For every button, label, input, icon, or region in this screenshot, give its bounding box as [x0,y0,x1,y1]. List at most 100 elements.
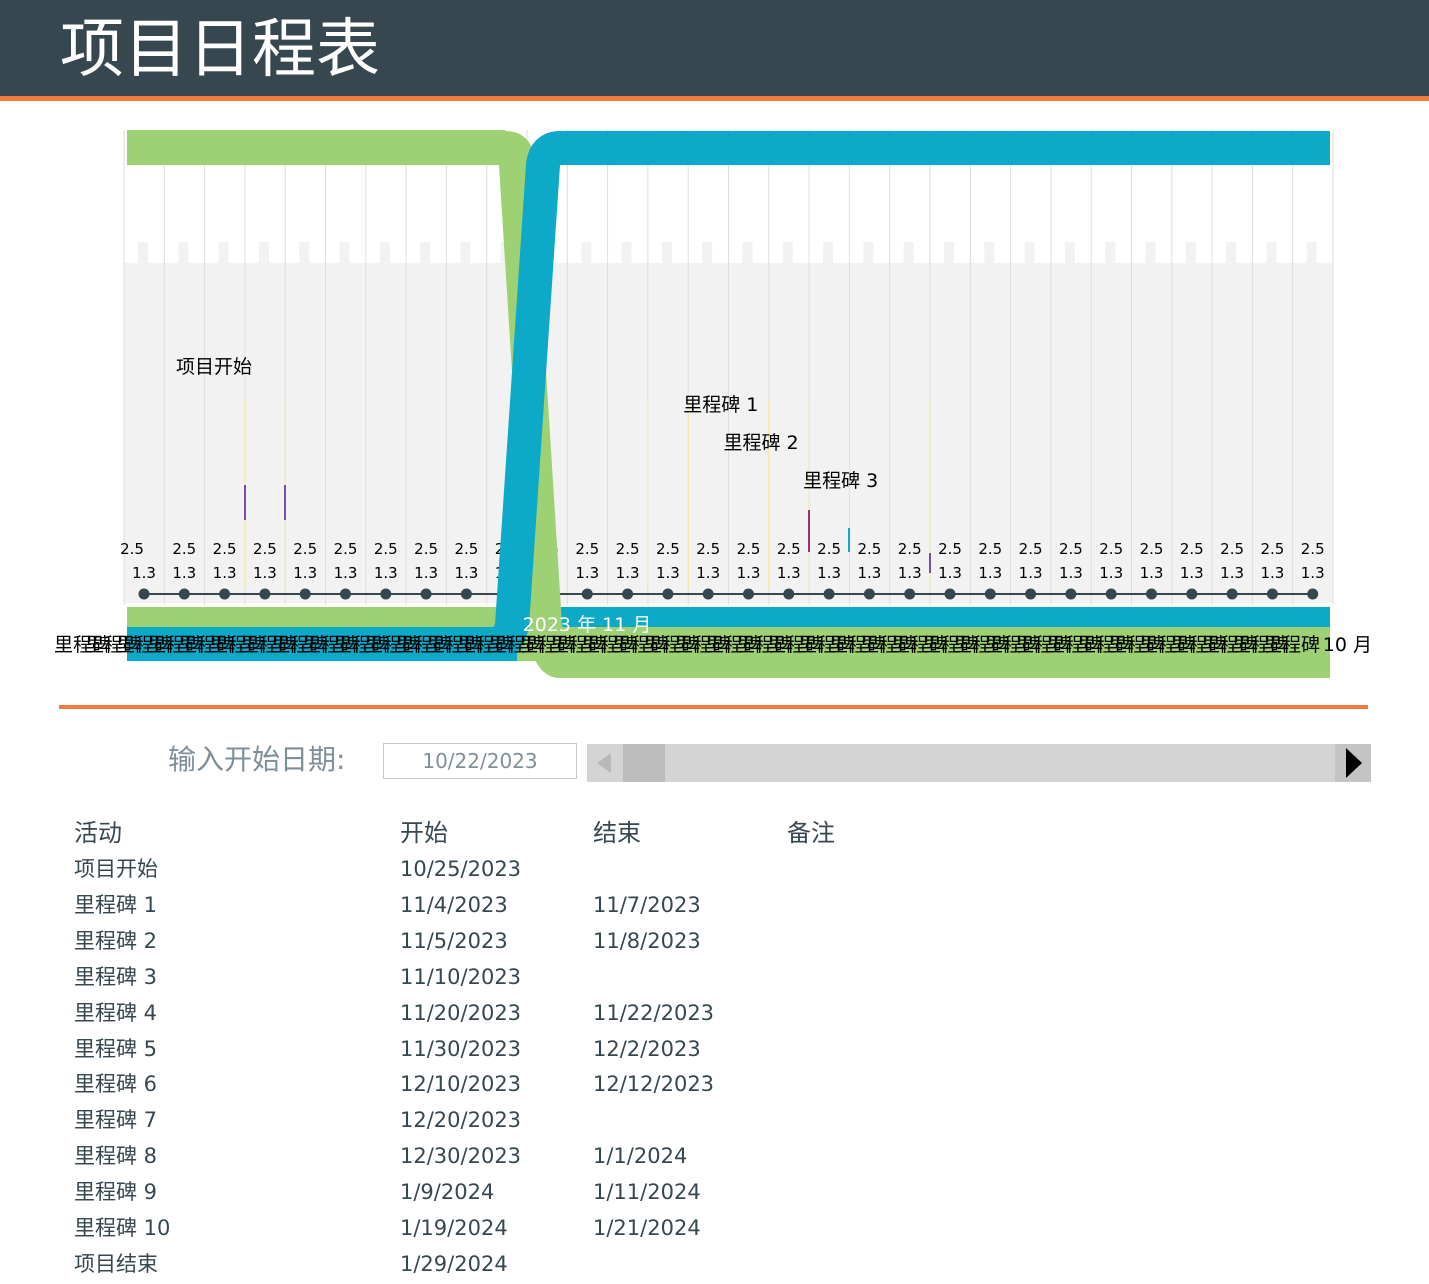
data-label-bottom: 1.3 [696,564,720,582]
cell-activity: 里程碑 5 [74,1036,158,1061]
notch [1024,242,1035,264]
data-label-bottom: 1.3 [898,564,922,582]
timeline-dot [1065,588,1077,600]
data-label-top: 2.5 [1301,540,1325,558]
arrow-left-icon [597,753,611,773]
cell-start: 12/10/2023 [400,1072,522,1097]
table-row[interactable]: 里程碑 5 11/30/2023 12/2/2023 [74,1031,974,1067]
data-label-top: 2.5 [213,540,237,558]
green-band-top [127,130,505,165]
notch [1226,242,1237,264]
cell-start: 11/10/2023 [400,964,522,989]
data-label-top: 2.5 [1260,540,1284,558]
notch [460,242,471,264]
data-label-bottom: 1.3 [293,564,317,582]
cell-end: 12/12/2023 [593,1072,715,1097]
data-label-bottom: 1.3 [132,564,156,582]
cell-start: 1/29/2024 [400,1251,508,1276]
data-label-top: 2.5 [374,540,398,558]
timeline-dot [219,588,231,600]
data-label-top: 2.5 [857,540,881,558]
data-label-top: 2.5 [817,540,841,558]
timeline-dot [823,588,835,600]
header-accent-line [0,96,1429,101]
bottom-band-green-left [127,607,517,627]
data-label-top: 2.5 [656,540,680,558]
data-label-bottom: 1.3 [1220,564,1244,582]
cell-start: 12/20/2023 [400,1108,522,1133]
cell-end: 11/8/2023 [593,928,701,953]
data-label-bottom: 1.3 [414,564,438,582]
data-label-bottom: 1.3 [857,564,881,582]
timeline-dot [944,588,956,600]
table-row[interactable]: 里程碑 10 1/19/2024 1/21/2024 [74,1210,974,1246]
milestone-marker [929,553,931,573]
table-row[interactable]: 项目结束 1/29/2024 [74,1246,974,1282]
milestone-label: 项目开始 [176,356,252,378]
milestone-label: 里程碑 3 [803,470,878,492]
start-date-label: 输入开始日期: [168,743,346,776]
start-date-input[interactable] [383,743,577,779]
table-row[interactable]: 里程碑 8 12/30/2023 1/1/2024 [74,1138,974,1174]
data-label-top: 2.5 [1059,540,1083,558]
cell-activity: 里程碑 9 [74,1180,158,1205]
timeline-dot [743,588,754,600]
notch [218,242,229,264]
notch [863,242,874,264]
data-label-top: 2.5 [293,540,317,558]
cell-start: 1/9/2024 [400,1180,495,1205]
timeline-dot [340,588,351,600]
notch [702,242,713,264]
notch [258,242,269,264]
data-label-top: 2.5 [1220,540,1244,558]
data-label-bottom: 1.3 [374,564,398,582]
timeline-dot [662,588,674,600]
table-row[interactable]: 里程碑 7 12/20/2023 [74,1102,974,1138]
notch [299,242,310,264]
timeline-dot [138,588,150,600]
month-label-right: 10 月 [1323,634,1372,656]
table-row[interactable]: 里程碑 3 11/10/2023 [74,959,974,995]
notch [823,242,834,264]
data-label-bottom: 1.3 [616,564,640,582]
header-end: 结束 [593,819,641,847]
timeline-dot [1266,588,1278,600]
table-row[interactable]: 里程碑 4 11/20/2023 11/22/2023 [74,995,974,1031]
table-row[interactable]: 里程碑 6 12/10/2023 12/12/2023 [74,1066,974,1102]
milestone-marker [848,528,850,552]
cell-start: 11/5/2023 [400,928,508,953]
data-label-top: 2.5 [575,540,599,558]
data-label-top: 2.5 [777,540,801,558]
data-label-top: 2.5 [172,540,196,558]
timeline-dot [863,588,875,600]
scroll-left-button[interactable] [587,744,623,782]
scroll-right-button[interactable] [1335,744,1371,782]
notch [742,242,753,264]
data-label-bottom: 1.3 [978,564,1002,582]
cell-end: 12/2/2023 [593,1036,701,1061]
notch [1185,242,1196,264]
timeline-dot [581,588,593,600]
table-row[interactable]: 里程碑 2 11/5/2023 11/8/2023 [74,923,974,959]
scroll-thumb[interactable] [623,744,665,782]
header-activity: 活动 [74,819,122,847]
notch [1266,242,1277,264]
timeline-svg: 项目开始里程碑 1 里程碑 2里程碑 3 2.5 1.3 2.5 1.3 2.5 1.3 2.5… [54,130,1372,678]
data-label-top: 2.5 [334,540,358,558]
timeline-chart: 项目开始 里程碑 1 里程碑 2 里程碑 3 2.5 1.3 2.5 1.3 2.5 1.3 2.5… [0,110,1429,690]
data-label-top: 2.5 [737,540,761,558]
table-row[interactable]: 里程碑 1 11/4/2023 11/7/2023 [74,887,974,923]
notch [661,242,672,264]
header-notes: 备注 [787,819,835,847]
notch [621,242,632,264]
table-row[interactable]: 里程碑 9 1/9/2024 1/11/2024 [74,1174,974,1210]
notch [339,242,350,264]
data-label-top: 2.5 [696,540,720,558]
notch [138,242,148,264]
table-row[interactable]: 项目开始 10/25/2023 [74,851,974,887]
header-start: 开始 [400,819,448,847]
data-label-bottom: 1.3 [938,564,962,582]
data-label-top: 2.5 [1140,540,1164,558]
date-scrollbar[interactable] [587,744,1371,782]
timeline-dot [1025,588,1037,600]
